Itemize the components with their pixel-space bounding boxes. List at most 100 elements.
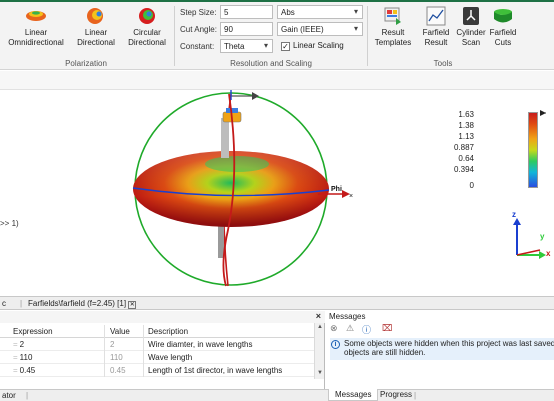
scroll-up-icon[interactable]: ▲ xyxy=(316,324,324,332)
tab-farfield-label: Farfields\farfield (f=2.45) [1] xyxy=(28,299,127,308)
color-scale-label: 1.38 xyxy=(458,121,474,130)
linear-omnidirectional-line1: Linear xyxy=(24,28,48,37)
checkbox-checked-icon: ✓ xyxy=(281,42,290,51)
row-value: 110 xyxy=(110,353,123,362)
cut-angle-label: Cut Angle: xyxy=(180,25,217,34)
parameter-list-panel: × Expression Value Description = 2 2 Wire… xyxy=(0,311,325,389)
column-divider xyxy=(143,325,144,377)
ribbon: Linear Omnidirectional Linear Directiona… xyxy=(0,2,554,70)
color-scale-label: 0.64 xyxy=(458,154,474,163)
tab-farfield[interactable]: Farfields\farfield (f=2.45) [1] ✕ xyxy=(28,299,137,309)
clear-messages-icon[interactable]: ⌧ xyxy=(382,323,392,334)
color-scale-label: 1.63 xyxy=(458,110,474,119)
polarization-group: Linear Omnidirectional Linear Directiona… xyxy=(0,2,172,70)
table-header: Expression Value Description xyxy=(0,325,314,338)
tab-separator: | xyxy=(26,391,29,400)
column-header-expression[interactable]: Expression xyxy=(13,327,53,336)
linear-scaling-label: Linear Scaling xyxy=(293,41,344,50)
row-value: 2 xyxy=(110,340,115,349)
phi-marker: × xyxy=(349,193,353,200)
message-text: Some objects were hidden when this proje… xyxy=(344,339,554,357)
result-templates-line2: Templates xyxy=(374,37,412,47)
step-size-input[interactable]: 5 xyxy=(220,5,273,19)
tab-progress[interactable]: Progress xyxy=(374,389,418,401)
result-templates-button[interactable]: Result Templates xyxy=(368,6,418,47)
torus-inner-hole xyxy=(205,156,269,172)
left-clip-text: >> 1) xyxy=(0,219,19,228)
antenna-stub-lower xyxy=(218,226,224,258)
cylinder-scan-icon xyxy=(463,7,479,25)
tab-messages[interactable]: Messages xyxy=(328,389,379,401)
color-scale-ticks xyxy=(540,110,546,116)
tools-group-label: Tools xyxy=(433,59,453,68)
warning-filter-icon[interactable]: ⚠ xyxy=(346,323,354,334)
resolution-group: Step Size: 5 Cut Angle: 90 Constant: The… xyxy=(176,2,366,70)
error-filter-icon[interactable]: ⊗ xyxy=(330,323,338,334)
color-scale-label: 0.887 xyxy=(453,143,474,152)
row-description: Wire diamter, in wave lengths xyxy=(148,340,253,349)
cylinder-scan-line2: Scan xyxy=(461,37,481,47)
cylinder-scan-line1: Cylinder xyxy=(456,28,486,37)
linear-omnidirectional-button[interactable]: Linear Omnidirectional xyxy=(4,6,68,47)
top-arrow-head xyxy=(252,92,259,100)
column-header-description[interactable]: Description xyxy=(148,327,188,336)
circular-directional-button[interactable]: Circular Directional xyxy=(122,6,172,47)
bottom-tab-bar: ator | Messages Progress | xyxy=(0,389,554,401)
scroll-down-icon[interactable]: ▼ xyxy=(316,370,324,378)
linear-directional-line1: Linear xyxy=(84,28,108,37)
row-expression: = 0.45 xyxy=(13,366,36,375)
table-row[interactable]: = 0.45 0.45 Length of 1st director, in wa… xyxy=(0,364,314,377)
antenna-stub-upper xyxy=(221,118,229,158)
color-scale-bar xyxy=(528,112,538,188)
cut-angle-input[interactable]: 90 xyxy=(220,22,273,36)
triad-x-label: x xyxy=(546,249,551,258)
close-icon[interactable]: × xyxy=(316,311,321,321)
gain-dropdown[interactable]: Gain (IEEE) xyxy=(277,22,363,36)
ribbon-separator xyxy=(174,6,175,66)
triad-y-head xyxy=(539,251,546,259)
circular-directional-line1: Circular xyxy=(133,28,161,37)
info-icon: i xyxy=(331,340,340,349)
bottom-left-clipped-text[interactable]: ator xyxy=(2,391,16,400)
triad-y-label: y xyxy=(540,232,545,241)
farfield-cuts-button[interactable]: Farfield Cuts xyxy=(488,6,518,47)
constant-label: Constant: xyxy=(180,42,215,51)
circular-pattern-icon xyxy=(139,8,155,24)
message-text-line1: Some objects were hidden when this proje… xyxy=(344,339,554,348)
color-scale-label: 1.13 xyxy=(458,132,474,141)
messages-panel: Messages ⊗ ⚠ ⓘ ⌧ i Some objects were hid… xyxy=(326,311,554,389)
table-row[interactable]: = 110 110 Wave length xyxy=(0,351,314,364)
tab-left-clipped[interactable]: c xyxy=(2,299,6,308)
tools-group: Result Templates Farfield Result Cylinde… xyxy=(368,2,518,70)
farfield-result-icon xyxy=(426,6,446,26)
ribbon-shadow-band xyxy=(0,71,554,90)
cylinder-scan-button[interactable]: Cylinder Scan xyxy=(454,6,488,47)
message-text-line2: objects are still hidden. xyxy=(344,348,426,357)
directional-pattern-icon xyxy=(87,8,103,24)
close-icon[interactable]: ✕ xyxy=(128,301,137,309)
linear-scaling-checkbox[interactable]: ✓ Linear Scaling xyxy=(281,41,344,51)
triad-z-head xyxy=(513,218,521,225)
table-row[interactable]: = 2 2 Wire diamter, in wave lengths xyxy=(0,338,314,351)
parameter-panel-header: × xyxy=(0,311,325,323)
info-filter-icon[interactable]: ⓘ xyxy=(362,323,371,336)
color-scale-label: 0.394 xyxy=(453,165,474,174)
phi-label: Phi xyxy=(331,186,342,193)
parameter-scrollbar[interactable]: ▲ ▼ xyxy=(314,323,324,379)
document-tab-strip: c | Farfields\farfield (f=2.45) [1] ✕ xyxy=(0,296,554,310)
farfield-cuts-line1: Farfield xyxy=(489,28,517,37)
row-expression: = 110 xyxy=(13,353,33,362)
abs-dropdown[interactable]: Abs xyxy=(277,5,363,19)
polarization-group-label: Polarization xyxy=(65,59,107,68)
color-scale-label: 0 xyxy=(469,181,474,190)
circular-directional-line2: Directional xyxy=(128,37,166,47)
triad-z-label: z xyxy=(512,210,516,219)
farfield-result-button[interactable]: Farfield Result xyxy=(418,6,454,47)
linear-directional-button[interactable]: Linear Directional xyxy=(70,6,122,47)
constant-dropdown[interactable]: Theta xyxy=(220,39,273,53)
column-divider xyxy=(104,325,105,377)
message-item[interactable]: i Some objects were hidden when this pro… xyxy=(330,338,554,360)
result-templates-icon xyxy=(384,7,401,25)
resolution-group-label: Resolution and Scaling xyxy=(230,59,312,68)
column-header-value[interactable]: Value xyxy=(110,327,130,336)
